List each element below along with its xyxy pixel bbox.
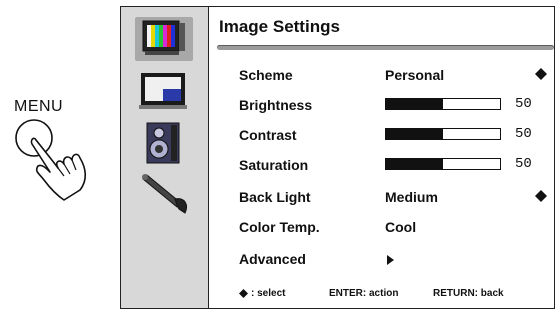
hint-enter: ENTER: action <box>329 288 399 299</box>
hint-return: RETURN: back <box>433 288 504 299</box>
screen-icon <box>139 73 187 109</box>
diamond-selector-icon <box>535 68 547 80</box>
scheme-label: Scheme <box>239 67 293 83</box>
diamond-icon <box>239 289 248 298</box>
setting-row-advanced[interactable]: Advanced <box>239 249 549 271</box>
brightness-label: Brightness <box>239 97 313 113</box>
color-temp-label: Color Temp. <box>239 219 320 235</box>
contrast-slider-fill <box>386 129 443 139</box>
hand-pressing-button-icon <box>15 119 87 201</box>
saturation-value: 50 <box>515 156 532 172</box>
brightness-value: 50 <box>515 96 532 112</box>
diamond-selector-icon <box>535 190 547 202</box>
setting-row-contrast[interactable]: Contrast 50 <box>239 125 549 147</box>
backlight-label: Back Light <box>239 189 311 205</box>
sidebar <box>121 7 209 308</box>
setting-row-brightness[interactable]: Brightness 50 <box>239 95 549 117</box>
osd-window: Image Settings Scheme Personal Brightnes… <box>120 6 555 309</box>
tools-icon <box>142 174 188 214</box>
scheme-value: Personal <box>385 67 445 83</box>
saturation-slider-fill <box>386 159 443 169</box>
backlight-value: Medium <box>385 189 438 205</box>
picture-icon <box>142 20 185 55</box>
setting-row-scheme[interactable]: Scheme Personal <box>239 65 549 87</box>
contrast-label: Contrast <box>239 127 297 143</box>
speaker-icon <box>146 122 180 164</box>
saturation-slider[interactable] <box>385 158 501 170</box>
title-divider <box>217 45 554 50</box>
contrast-slider[interactable] <box>385 128 501 140</box>
screen: MENU Image Settings Scheme Personal Brig… <box>0 0 560 313</box>
color-temp-value: Cool <box>385 219 417 235</box>
page-title: Image Settings <box>219 17 340 36</box>
brightness-slider[interactable] <box>385 98 501 110</box>
hint-select: : select <box>251 288 286 299</box>
sidebar-item-screen[interactable] <box>135 71 193 111</box>
advanced-label: Advanced <box>239 251 306 267</box>
brightness-slider-fill <box>386 99 443 109</box>
setting-row-color-temp[interactable]: Color Temp. Cool <box>239 217 549 239</box>
sidebar-item-picture[interactable] <box>135 17 193 61</box>
sidebar-item-sound[interactable] <box>135 121 193 165</box>
submenu-arrow-icon <box>387 255 394 265</box>
title-bar: Image Settings <box>209 7 554 53</box>
saturation-label: Saturation <box>239 157 309 173</box>
contrast-value: 50 <box>515 126 532 142</box>
setting-row-backlight[interactable]: Back Light Medium <box>239 187 549 209</box>
setting-row-saturation[interactable]: Saturation 50 <box>239 155 549 177</box>
menu-label: MENU <box>14 98 64 115</box>
footer-hints: : select ENTER: action RETURN: back <box>239 287 549 303</box>
sidebar-item-tools[interactable] <box>135 173 193 217</box>
